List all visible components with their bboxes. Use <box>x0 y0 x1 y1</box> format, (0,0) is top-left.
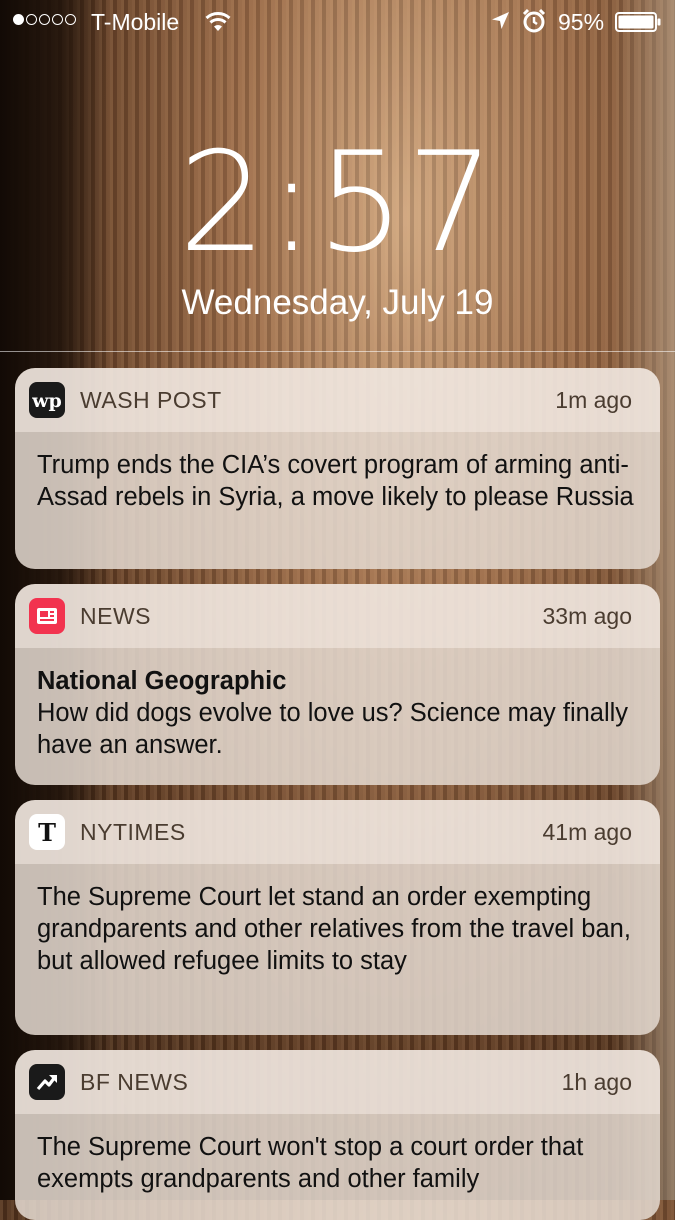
notification-time: 1m ago <box>555 387 632 413</box>
lock-screen-time: 2:57 <box>178 122 497 283</box>
notification-text: The Supreme Court won't stop a court ord… <box>37 1133 584 1193</box>
signal-dot <box>13 14 24 25</box>
signal-dot <box>39 14 50 25</box>
notification-body: The Supreme Court let stand an order exe… <box>15 864 660 1035</box>
notification-wash-post[interactable]: wp WASH POST 1m ago Trump ends the CIA’s… <box>15 368 660 569</box>
notification-app-name: NEWS <box>80 603 151 629</box>
notification-app-name: NYTIMES <box>80 819 186 845</box>
notification-news[interactable]: NEWS 33m ago National Geographic How did… <box>15 584 660 785</box>
notification-bf-news[interactable]: BF NEWS 1h ago The Supreme Court won't s… <box>15 1050 660 1220</box>
nytimes-logo-glyph: T <box>38 818 56 847</box>
alarm-icon <box>522 8 546 33</box>
notification-body: National Geographic How did dogs evolve … <box>15 648 660 785</box>
wifi-icon <box>205 12 231 31</box>
notification-text: How did dogs evolve to love us? Science … <box>37 699 629 759</box>
notification-time: 1h ago <box>561 1069 632 1095</box>
signal-dot <box>26 14 37 25</box>
notification-divider <box>0 351 675 352</box>
notification-body: The Supreme Court won't stop a court ord… <box>15 1114 660 1220</box>
carrier-name: T-Mobile <box>91 9 180 35</box>
notification-app-name: BF NEWS <box>80 1069 189 1095</box>
notification-text: The Supreme Court let stand an order exe… <box>37 883 631 975</box>
notification-header: wp WASH POST 1m ago <box>15 368 660 432</box>
notification-header: BF NEWS 1h ago <box>15 1050 660 1114</box>
signal-dot <box>52 14 63 25</box>
svg-text:T: T <box>38 818 56 847</box>
signal-dot <box>65 14 76 25</box>
svg-text:wp: wp <box>32 390 62 412</box>
location-icon <box>492 12 509 29</box>
apple-news-app-icon <box>29 598 65 634</box>
notification-header: NEWS 33m ago <box>15 584 660 648</box>
trending-arrow-icon <box>36 1075 57 1091</box>
battery-percentage: 95% <box>558 9 605 35</box>
wash-post-logo-glyph: wp <box>32 390 62 412</box>
lock-screen-date: Wednesday, July 19 <box>181 283 494 322</box>
signal-strength-icon <box>13 14 76 25</box>
notification-nytimes[interactable]: T NYTIMES 41m ago The Supreme Court let … <box>15 800 660 1035</box>
notification-app-name: WASH POST <box>80 387 222 413</box>
status-bar: T-Mobile 95% <box>0 0 675 44</box>
apple-news-logo-glyph <box>37 608 57 624</box>
notification-title: National Geographic <box>37 667 287 695</box>
notification-time: 41m ago <box>542 819 632 845</box>
buzzfeed-news-app-icon <box>29 1064 65 1100</box>
battery-icon <box>615 12 661 32</box>
notification-header: T NYTIMES 41m ago <box>15 800 660 864</box>
notification-text: Trump ends the CIA’s covert program of a… <box>37 451 634 511</box>
nytimes-app-icon: T <box>29 814 65 850</box>
wash-post-app-icon: wp <box>29 382 65 418</box>
notification-body: Trump ends the CIA’s covert program of a… <box>15 432 660 569</box>
notification-time: 33m ago <box>542 603 632 629</box>
